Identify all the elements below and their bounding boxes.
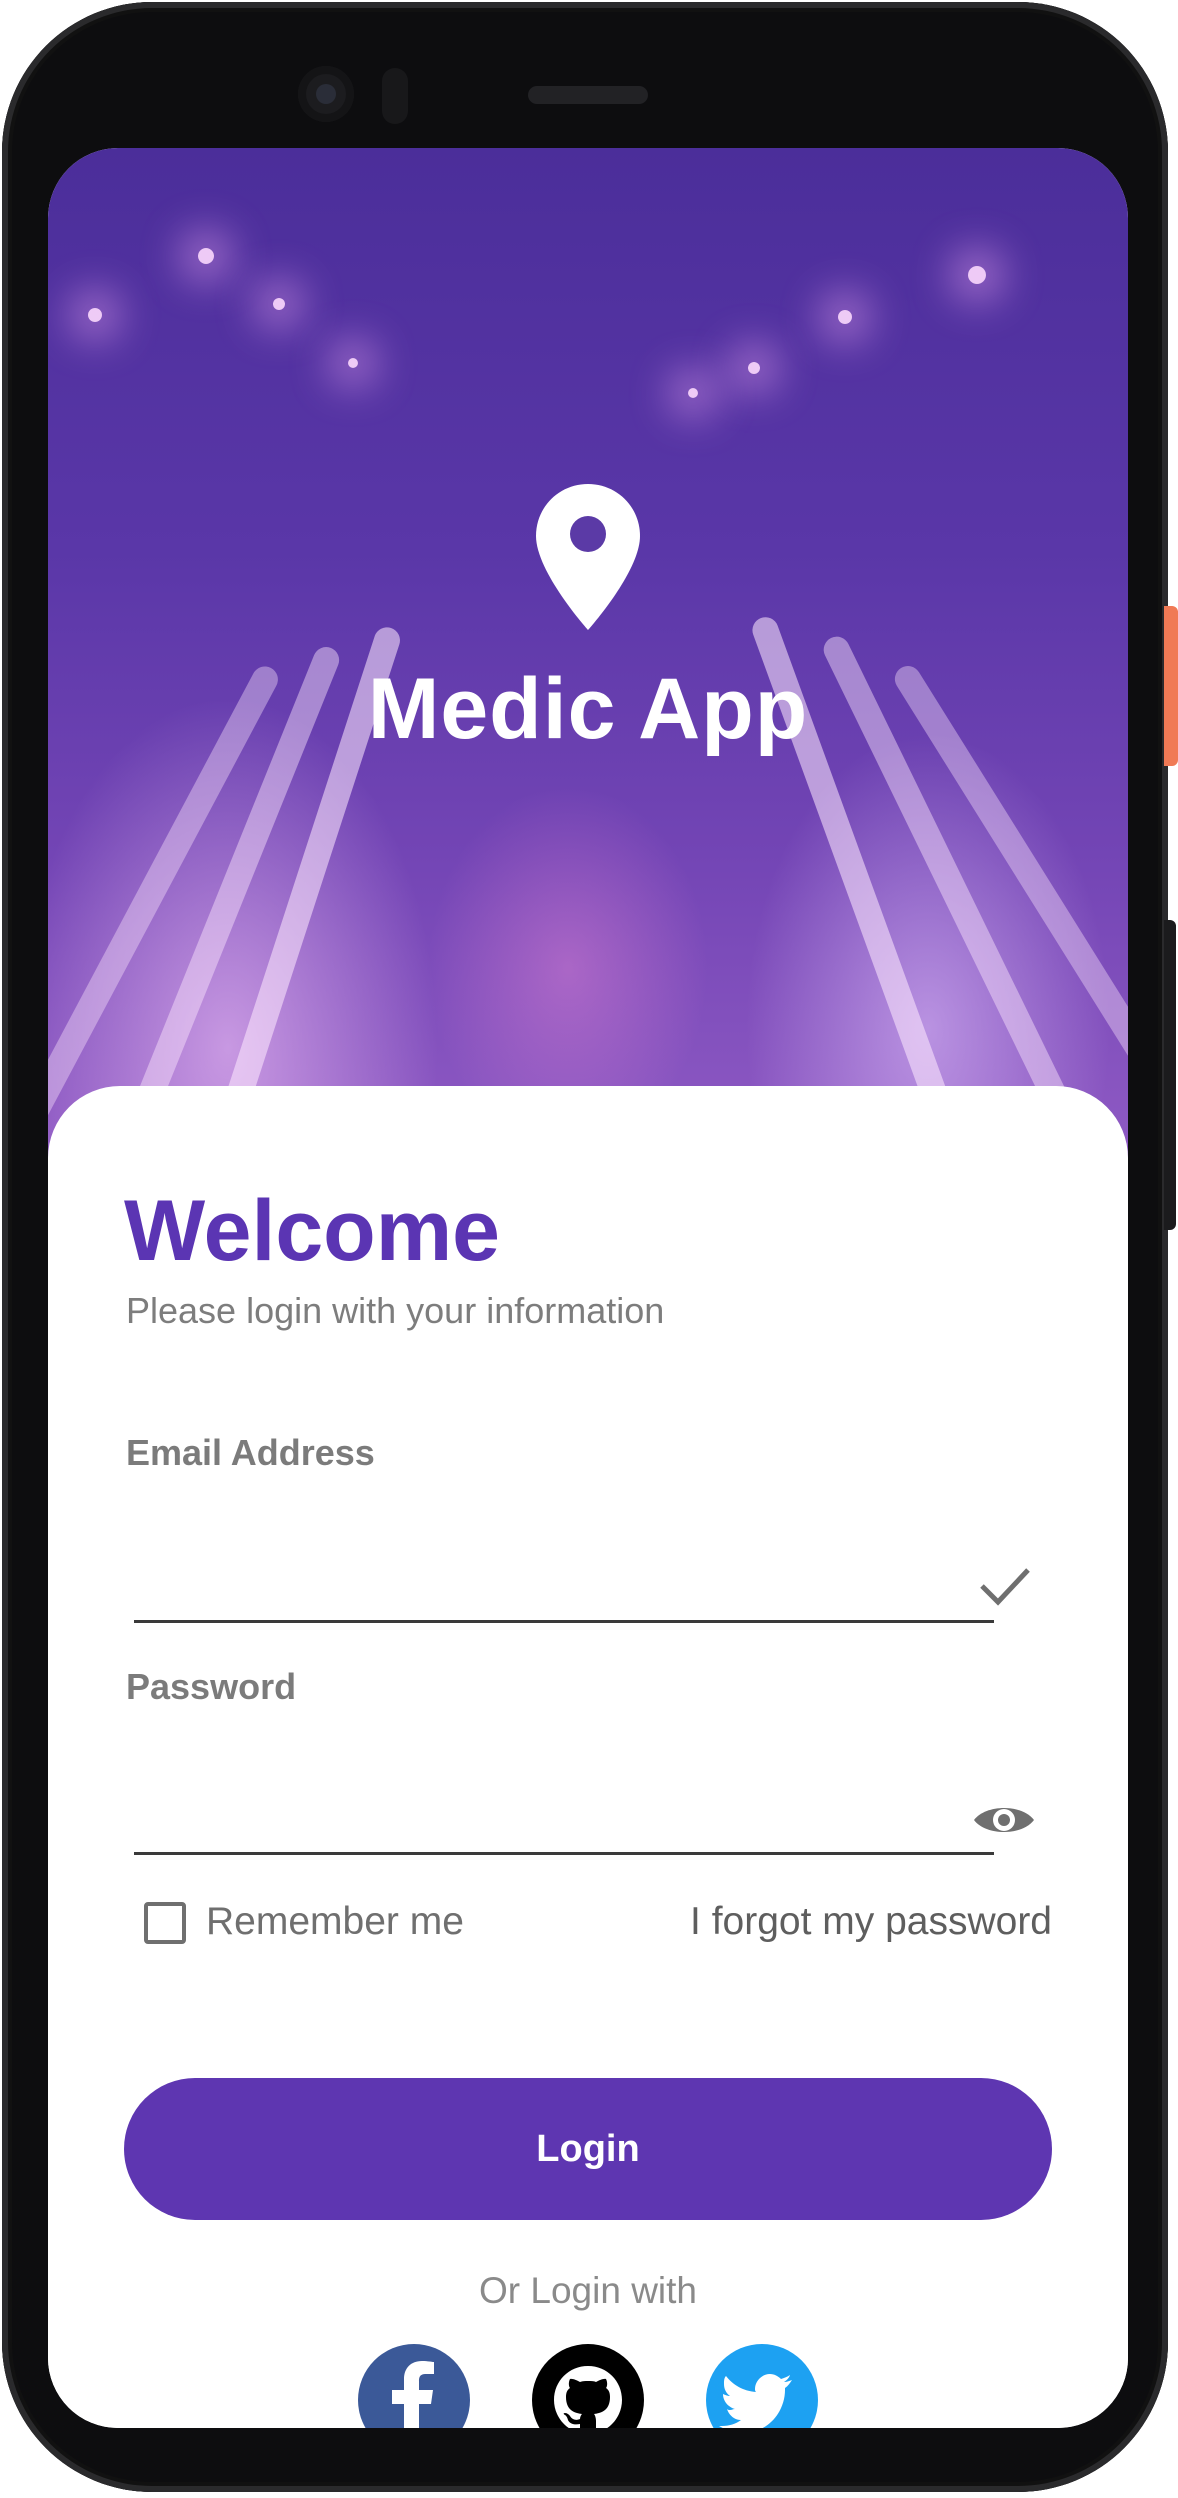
email-field[interactable] <box>134 1550 994 1623</box>
remember-me-checkbox[interactable] <box>144 1902 186 1944</box>
welcome-heading: Welcome <box>124 1183 500 1279</box>
street-light <box>748 362 760 374</box>
app-title: Medic App <box>367 661 809 757</box>
street-light <box>968 266 986 284</box>
facebook-button[interactable] <box>358 2344 470 2428</box>
login-card: Welcome Please login with your informati… <box>48 1086 1128 2428</box>
volume-button <box>1164 920 1176 1230</box>
street-light <box>88 308 102 322</box>
login-subtitle: Please login with your information <box>126 1290 665 1331</box>
facebook-icon <box>392 2361 434 2428</box>
login-button[interactable]: Login <box>124 2078 1052 2220</box>
remember-me-label[interactable]: Remember me <box>206 1900 464 1944</box>
twitter-icon <box>719 2374 792 2428</box>
street-light <box>838 310 852 324</box>
app-screen: Medic App Welcome Please login with your… <box>48 148 1128 2428</box>
earpiece-speaker <box>528 86 648 104</box>
phone-frame: Medic App Welcome Please login with your… <box>2 2 1168 2492</box>
eye-icon[interactable] <box>972 1800 1036 1840</box>
hero-banner: Medic App <box>48 148 1128 1173</box>
street-light <box>348 358 358 368</box>
twitter-button[interactable] <box>706 2344 818 2428</box>
street-light <box>688 388 698 398</box>
github-button[interactable] <box>532 2344 644 2428</box>
street-light <box>273 298 285 310</box>
proximity-sensor <box>382 68 408 124</box>
check-icon <box>980 1568 1030 1606</box>
front-camera <box>298 66 354 122</box>
forgot-password-link[interactable]: I forgot my password <box>690 1900 1052 1944</box>
github-icon <box>554 2366 622 2428</box>
power-button <box>1164 606 1178 766</box>
password-label: Password <box>126 1666 297 1707</box>
street-light <box>198 248 214 264</box>
password-field[interactable] <box>134 1782 994 1855</box>
email-label: Email Address <box>126 1432 375 1473</box>
or-login-with-text: Or Login with <box>479 2270 697 2311</box>
location-pin-icon <box>536 484 640 630</box>
